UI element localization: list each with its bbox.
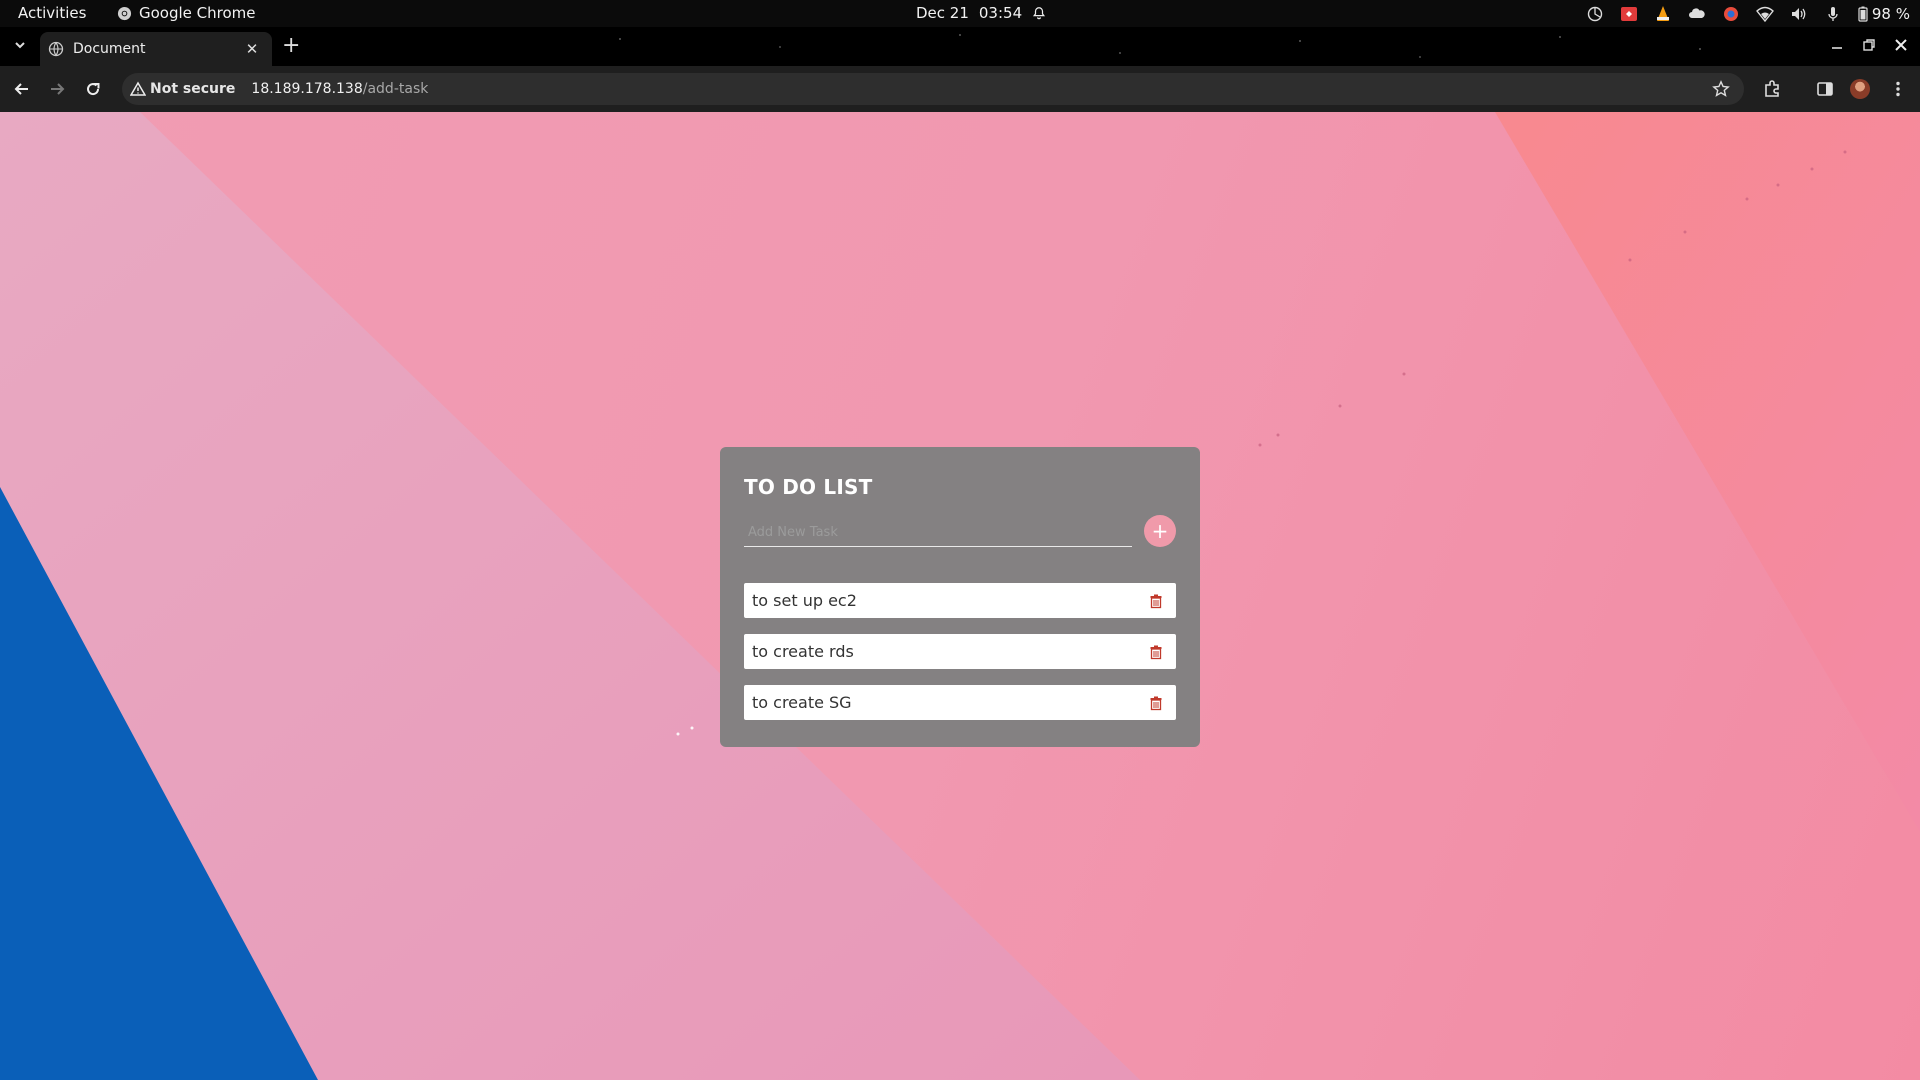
volume-icon[interactable]	[1790, 5, 1808, 23]
restore-icon[interactable]	[1860, 36, 1878, 54]
side-panel-icon[interactable]	[1815, 79, 1835, 99]
wifi-icon[interactable]	[1755, 5, 1774, 23]
task-item: to set up ec2	[744, 583, 1176, 618]
battery-percent: 98 %	[1871, 5, 1910, 23]
task-text: to create rds	[752, 642, 854, 661]
task-text: to set up ec2	[752, 591, 857, 610]
security-label: Not secure	[150, 81, 236, 97]
notification-bell-icon	[1033, 7, 1046, 20]
reload-icon[interactable]	[83, 79, 103, 99]
task-text: to create SG	[752, 693, 852, 712]
bookmark-star-icon[interactable]	[1712, 80, 1730, 98]
todo-card: TO DO LIST + to set up ec2 to create rds…	[720, 447, 1200, 747]
new-tab-icon[interactable]: +	[282, 35, 300, 57]
todo-title: TO DO LIST	[744, 475, 873, 499]
forward-arrow-icon[interactable]	[47, 79, 67, 99]
system-top-bar: Activities Google Chrome Dec 21 03:54 98…	[0, 0, 1920, 27]
sync-icon[interactable]	[1722, 5, 1740, 23]
vlc-icon[interactable]	[1654, 5, 1672, 23]
system-tray[interactable]: 98 %	[1586, 3, 1910, 25]
app-name: Google Chrome	[139, 4, 256, 22]
app-menu[interactable]: Google Chrome	[117, 4, 256, 22]
profile-avatar[interactable]	[1850, 79, 1870, 99]
security-chip[interactable]: Not secure	[130, 81, 235, 97]
page-viewport: TO DO LIST + to set up ec2 to create rds…	[0, 112, 1920, 1080]
clock[interactable]: Dec 21 03:54	[916, 4, 1046, 22]
microphone-icon[interactable]	[1824, 5, 1842, 23]
shutter-icon[interactable]	[1586, 5, 1604, 23]
time-label: 03:54	[978, 4, 1023, 22]
kebab-menu-icon[interactable]	[1888, 79, 1908, 99]
cloud-icon[interactable]	[1688, 5, 1706, 23]
delete-trash-icon[interactable]	[1148, 644, 1164, 660]
new-task-input[interactable]	[744, 519, 1132, 547]
warning-triangle-icon	[130, 81, 146, 96]
delete-trash-icon[interactable]	[1148, 593, 1164, 609]
anydesk-icon[interactable]	[1620, 5, 1638, 23]
minimize-icon[interactable]	[1828, 36, 1846, 54]
battery-icon	[1858, 6, 1868, 22]
activities-button[interactable]: Activities	[18, 4, 86, 22]
url-host: 18.189.178.138	[251, 81, 363, 97]
tab-strip: Document ✕ +	[0, 27, 1920, 66]
add-task-button[interactable]: +	[1144, 515, 1176, 547]
tab-search-chevron-icon[interactable]	[10, 35, 30, 55]
url-path: /add-task	[362, 81, 429, 97]
tab-title: Document	[73, 41, 146, 57]
close-window-icon[interactable]	[1892, 36, 1910, 54]
address-bar[interactable]: Not secure 18.189.178.138/add-task	[122, 73, 1744, 105]
browser-toolbar: Not secure 18.189.178.138/add-task	[0, 66, 1920, 112]
delete-trash-icon[interactable]	[1148, 695, 1164, 711]
date-label: Dec 21	[916, 4, 969, 22]
task-item: to create SG	[744, 685, 1176, 720]
back-arrow-icon[interactable]	[12, 79, 32, 99]
tab-document[interactable]: Document ✕	[40, 32, 272, 66]
globe-icon	[48, 41, 64, 57]
battery-indicator[interactable]: 98 %	[1858, 5, 1910, 23]
extensions-puzzle-icon[interactable]	[1762, 79, 1782, 99]
chrome-icon	[117, 6, 132, 20]
tab-close-icon[interactable]: ✕	[242, 39, 262, 59]
task-item: to create rds	[744, 634, 1176, 669]
